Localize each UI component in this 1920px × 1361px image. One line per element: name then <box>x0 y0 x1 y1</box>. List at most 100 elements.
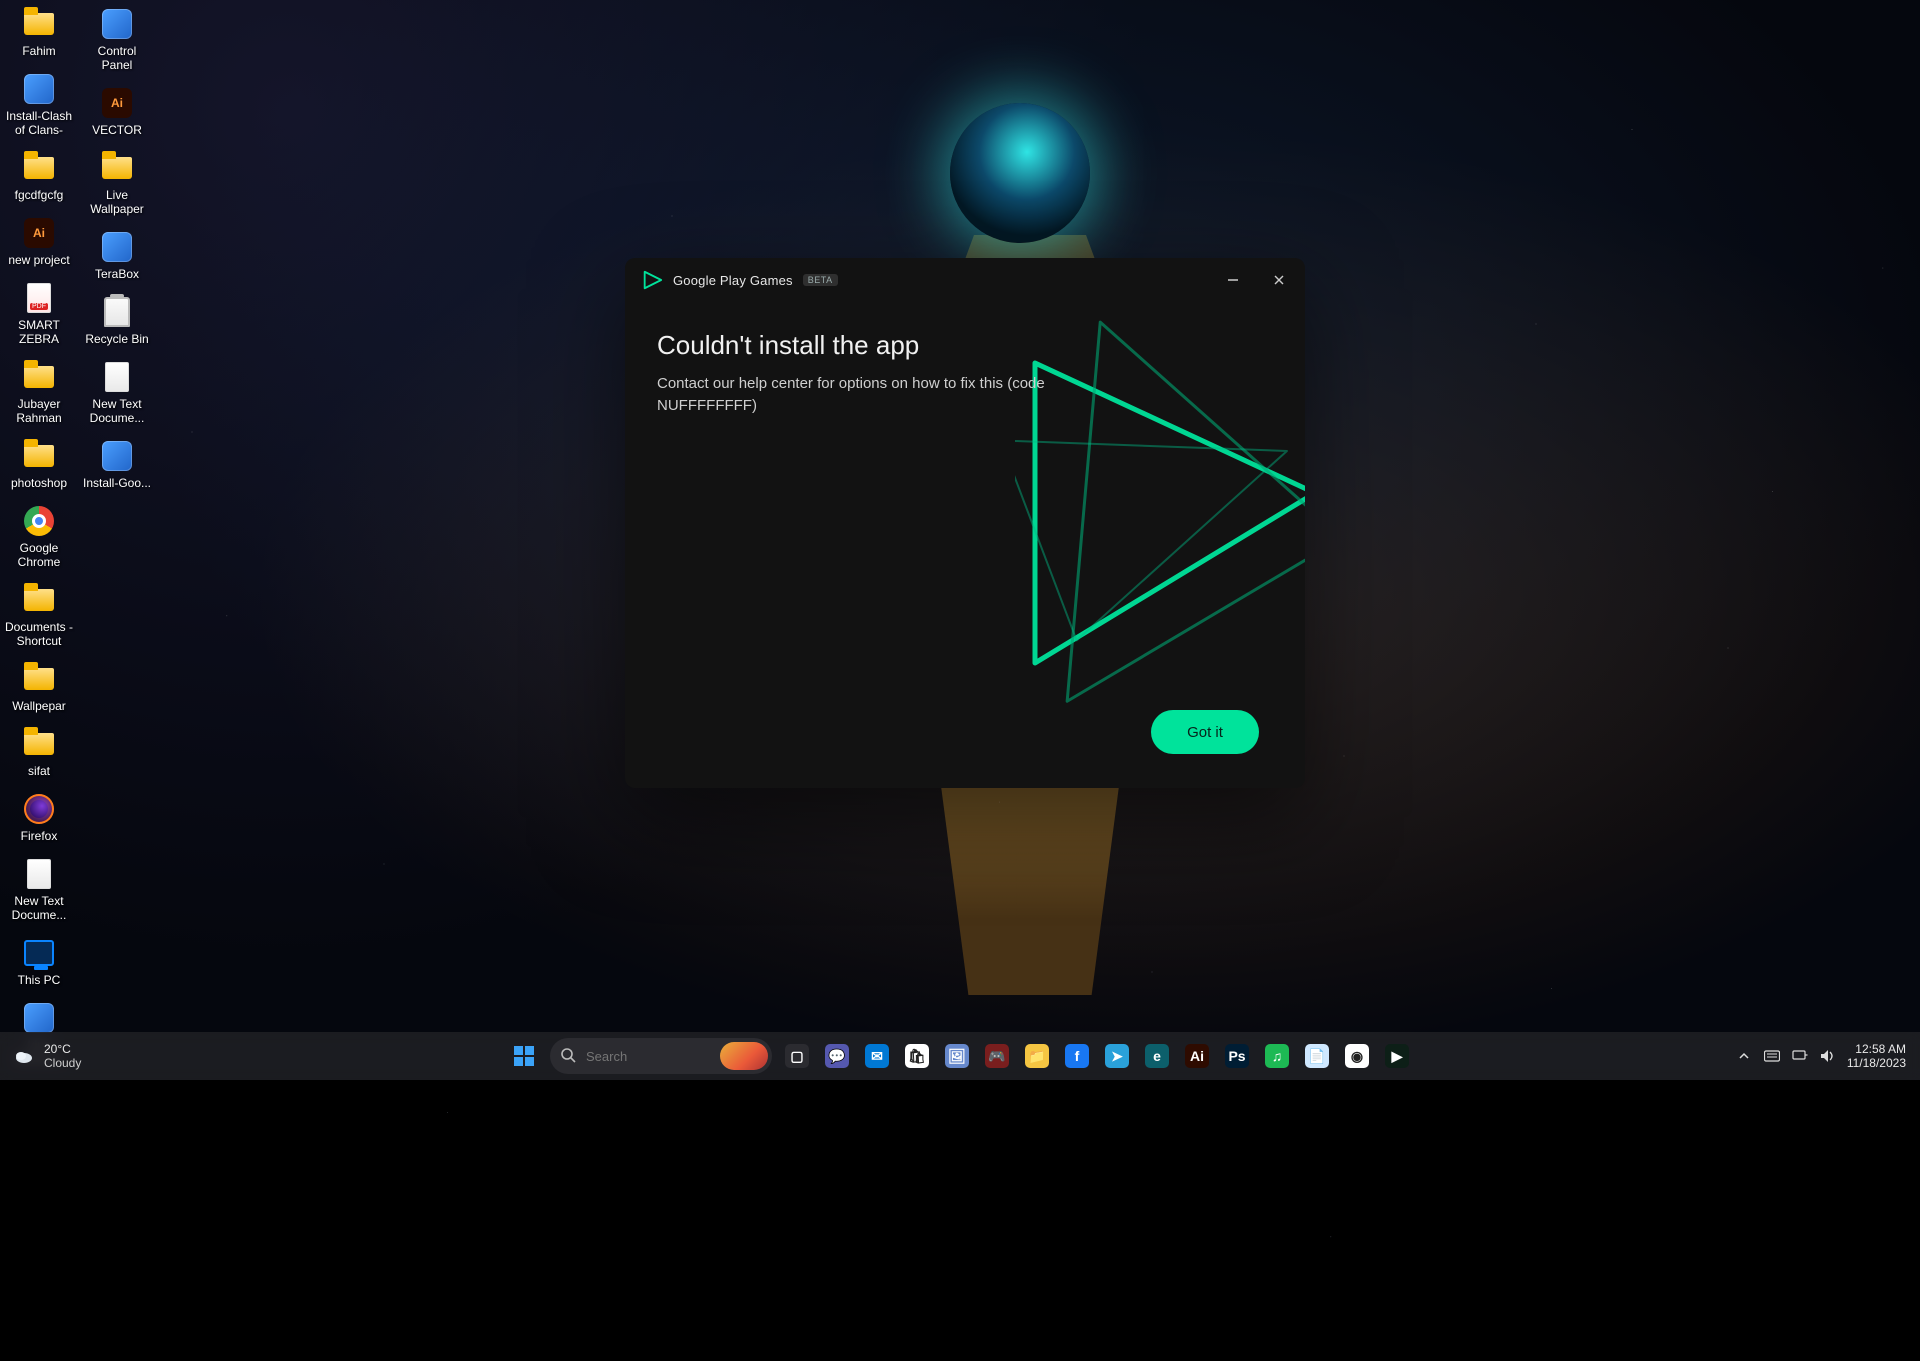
desktop-icon-new-text-1-glyph <box>19 856 59 892</box>
pin-teams-chip: 💬 <box>825 1044 849 1068</box>
pin-chrome[interactable]: ◉ <box>1340 1039 1374 1073</box>
desktop-icon-recycle-bin-label: Recycle Bin <box>81 332 153 346</box>
desktop-icon-photoshop-label: photoshop <box>3 476 75 490</box>
desktop-icon-vector[interactable]: AiVECTOR <box>79 83 155 141</box>
desktop-icon-new-text-1[interactable]: New Text Docume... <box>1 854 77 926</box>
pin-facebook[interactable]: f <box>1060 1039 1094 1073</box>
desktop-icon-fgcdfgcfg-label: fgcdfgcfg <box>3 188 75 202</box>
desktop-icon-smart-zebra[interactable]: SMART ZEBRA <box>1 278 77 350</box>
desktop-icon-control-panel[interactable]: Control Panel <box>79 4 155 76</box>
weather-icon <box>12 1044 36 1068</box>
desktop-icon-new-text-2[interactable]: New Text Docume... <box>79 357 155 429</box>
dialog-decorative-art <box>1015 293 1305 723</box>
close-button[interactable] <box>1261 266 1297 294</box>
desktop-icon-documents-label: Documents - Shortcut <box>3 620 75 648</box>
desktop-icon-install-google-glyph <box>97 438 137 474</box>
desktop-icon-install-google-label: Install-Goo... <box>81 476 153 490</box>
task-view-chip: ▢ <box>785 1044 809 1068</box>
desktop-icon-iriun-glyph <box>19 1000 59 1036</box>
taskbar-pins: ▢ 💬 ✉ 🛍 🖼 🎮 📁 f ➤ e Ai Ps ♫📄 ◉ ▶ <box>780 1039 1414 1073</box>
pin-photos[interactable]: 🖼 <box>940 1039 974 1073</box>
pin-store-chip: 🛍 <box>905 1044 929 1068</box>
desktop-icon-chrome-glyph <box>19 503 59 539</box>
minimize-button[interactable] <box>1215 266 1251 294</box>
desktop-icon-fgcdfgcfg[interactable]: fgcdfgcfg <box>1 148 77 206</box>
dialog-heading: Couldn't install the app <box>657 330 1047 361</box>
pin-game-chip: 🎮 <box>985 1044 1009 1068</box>
taskbar-center: ▢ 💬 ✉ 🛍 🖼 🎮 📁 f ➤ e Ai Ps ♫📄 ◉ ▶ <box>506 1038 1414 1074</box>
tray-network-icon[interactable] <box>1791 1047 1809 1065</box>
desktop-icon-vector-label: VECTOR <box>81 123 153 137</box>
desktop-icon-sifat-label: sifat <box>3 764 75 778</box>
taskbar-clock[interactable]: 12:58 AM 11/18/2023 <box>1847 1042 1906 1070</box>
pin-teams[interactable]: 💬 <box>820 1039 854 1073</box>
desktop-icon-new-text-2-label: New Text Docume... <box>81 397 153 425</box>
desktop-icon-fahim-glyph <box>19 6 59 42</box>
desktop-icon-recycle-bin[interactable]: Recycle Bin <box>79 292 155 350</box>
search-highlight-thumb <box>720 1042 768 1070</box>
desktop-icon-new-project-label: new project <box>3 253 75 267</box>
pin-facebook-chip: f <box>1065 1044 1089 1068</box>
pin-photoshop-chip: Ps <box>1225 1044 1249 1068</box>
start-button[interactable] <box>506 1038 542 1074</box>
dialog-app-title: Google Play Games <box>673 273 793 288</box>
search-icon <box>560 1047 576 1066</box>
desktop-icon-wallpepar-label: Wallpepar <box>3 699 75 713</box>
clock-time: 12:58 AM <box>1855 1042 1906 1056</box>
dialog-message: Contact our help center for options on h… <box>657 373 1047 417</box>
desktop-icon-jubayer-label: Jubayer Rahman <box>3 397 75 425</box>
desktop-icon-photoshop-glyph <box>19 438 59 474</box>
desktop-icon-terabox[interactable]: TeraBox <box>79 227 155 285</box>
task-view[interactable]: ▢ <box>780 1039 814 1073</box>
desktop-icon-new-text-1-label: New Text Docume... <box>3 894 75 922</box>
desktop-icon-install-clash-label: Install-Clash of Clans-Go... <box>3 109 75 137</box>
desktop-icons-column-2: Control Panel AiVECTOR Live Wallpaper TeraB… <box>78 4 156 494</box>
desktop-icon-jubayer[interactable]: Jubayer Rahman <box>1 357 77 429</box>
desktop-icon-terabox-glyph <box>97 229 137 265</box>
dialog-body: Couldn't install the app Contact our hel… <box>657 330 1047 417</box>
desktop-icon-live-wallpaper-label: Live Wallpaper <box>81 188 153 216</box>
desktop-icon-chrome-label: Google Chrome <box>3 541 75 569</box>
desktop-icon-wallpepar-glyph <box>19 661 59 697</box>
pin-photoshop[interactable]: Ps <box>1220 1039 1254 1073</box>
desktop-icon-this-pc-label: This PC <box>3 973 75 987</box>
pin-store[interactable]: 🛍 <box>900 1039 934 1073</box>
desktop-icon-firefox[interactable]: Firefox <box>1 789 77 847</box>
desktop-icon-this-pc[interactable]: This PC <box>1 933 77 991</box>
desktop-icon-photoshop[interactable]: photoshop <box>1 436 77 494</box>
pin-edge[interactable]: e <box>1140 1039 1174 1073</box>
got-it-button[interactable]: Got it <box>1151 710 1259 754</box>
desktop-icon-wallpepar[interactable]: Wallpepar <box>1 659 77 717</box>
tray-chevron-up-icon[interactable] <box>1735 1047 1753 1065</box>
desktop-icon-smart-zebra-label: SMART ZEBRA <box>3 318 75 346</box>
pin-play-games[interactable]: ▶ <box>1380 1039 1414 1073</box>
taskbar-search[interactable] <box>550 1038 772 1074</box>
desktop-icon-install-clash[interactable]: Install-Clash of Clans-Go... <box>1 69 77 141</box>
pin-game[interactable]: 🎮 <box>980 1039 1014 1073</box>
desktop-icon-sifat-glyph <box>19 726 59 762</box>
tray-volume-icon[interactable] <box>1819 1047 1837 1065</box>
pin-spotify[interactable]: ♫ <box>1260 1039 1294 1073</box>
pin-mail[interactable]: ✉ <box>860 1039 894 1073</box>
desktop-icon-fahim[interactable]: Fahim <box>1 4 77 62</box>
desktop-icon-sifat[interactable]: sifat <box>1 724 77 782</box>
pin-explorer[interactable]: 📁 <box>1020 1039 1054 1073</box>
clock-date: 11/18/2023 <box>1847 1056 1906 1070</box>
desktop-icon-control-panel-label: Control Panel <box>81 44 153 72</box>
pin-telegram[interactable]: ➤ <box>1100 1039 1134 1073</box>
taskbar: 20°C Cloudy ▢ 💬 ✉ 🛍 🖼 🎮 📁 f ➤ e Ai Ps ♫📄 ◉ ▶ <box>0 1032 1920 1080</box>
desktop-icon-install-google[interactable]: Install-Goo... <box>79 436 155 494</box>
desktop-icon-chrome[interactable]: Google Chrome <box>1 501 77 573</box>
desktop-icon-new-project[interactable]: Ainew project <box>1 213 77 271</box>
desktop-icon-live-wallpaper[interactable]: Live Wallpaper <box>79 148 155 220</box>
pin-notepad[interactable]: 📄 <box>1300 1039 1334 1073</box>
desktop-icon-documents[interactable]: Documents - Shortcut <box>1 580 77 652</box>
tray-keyboard-icon[interactable] <box>1763 1047 1781 1065</box>
pin-edge-chip: e <box>1145 1044 1169 1068</box>
taskbar-weather[interactable]: 20°C Cloudy <box>0 1042 81 1070</box>
desktop-icon-smart-zebra-glyph <box>19 280 59 316</box>
pin-chrome-chip: ◉ <box>1345 1044 1369 1068</box>
pin-illustrator-chip: Ai <box>1185 1044 1209 1068</box>
pin-illustrator[interactable]: Ai <box>1180 1039 1214 1073</box>
dialog-titlebar[interactable]: Google Play Games BETA <box>625 258 1305 302</box>
